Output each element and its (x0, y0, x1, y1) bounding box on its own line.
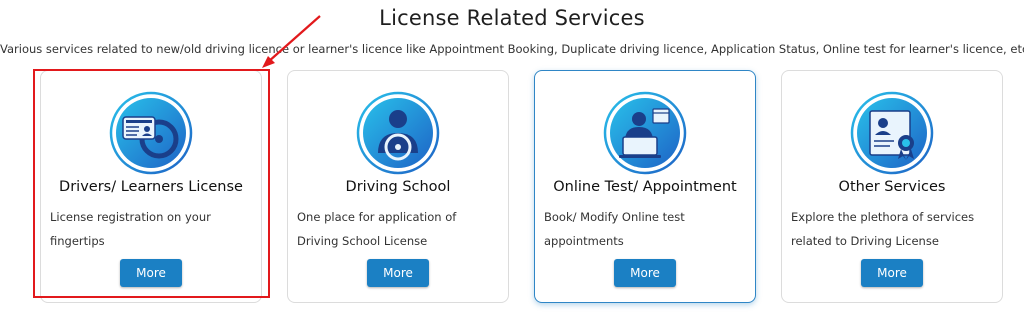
card-other-services[interactable]: Other Services Explore the plethora of s… (781, 70, 1003, 303)
more-button[interactable]: More (614, 259, 676, 287)
card-description: Book/ Modify Online test appointments (544, 210, 685, 248)
card-online-test-appointment[interactable]: Online Test/ Appointment Book/ Modify On… (534, 70, 756, 303)
highlight-box (33, 69, 270, 298)
certificate-icon (850, 91, 934, 175)
driver-steering-icon (356, 91, 440, 175)
card-title: Online Test/ Appointment (553, 179, 737, 195)
card-description: One place for application of Driving Sch… (297, 210, 457, 248)
card-title: Driving School (345, 179, 451, 195)
card-driving-school[interactable]: Driving School One place for application… (287, 70, 509, 303)
more-button[interactable]: More (367, 259, 429, 287)
section-title: License Related Services (379, 6, 645, 30)
online-appointment-icon (603, 91, 687, 175)
card-title: Other Services (838, 179, 946, 195)
section-subtitle: Various services related to new/old driv… (0, 42, 1024, 56)
more-button[interactable]: More (861, 259, 923, 287)
card-description: Explore the plethora of services related… (791, 210, 975, 248)
